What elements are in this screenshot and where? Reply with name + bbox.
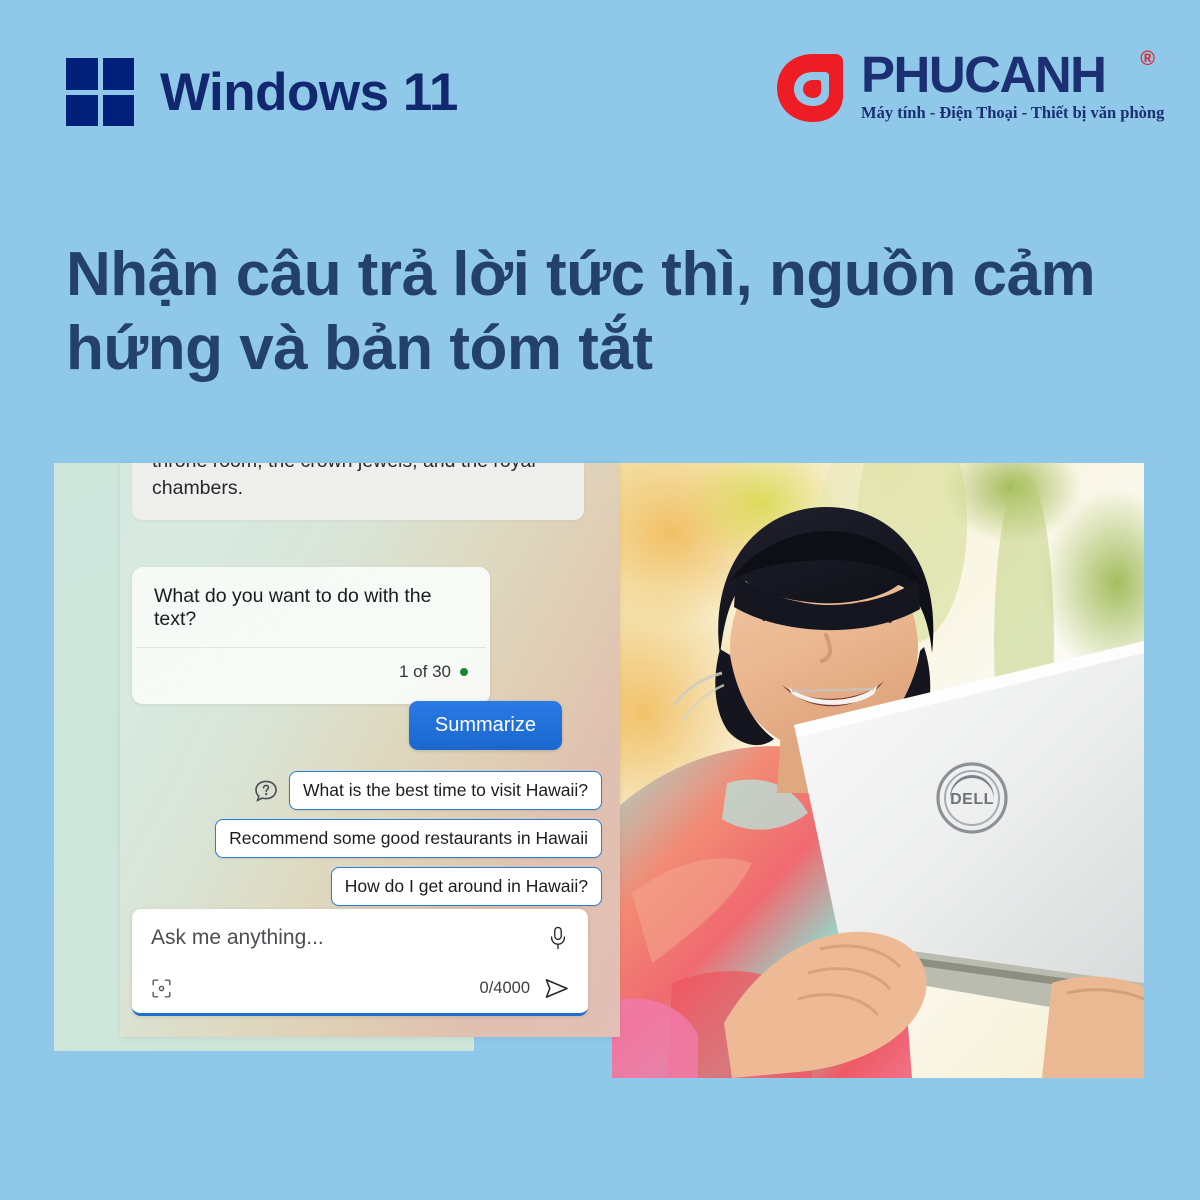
suggestion-row: How do I get around in Hawaii? xyxy=(132,867,602,906)
windows-branding: Windows 11 xyxy=(66,58,458,126)
assistant-message-bubble: palace in the U.S., where you can see th… xyxy=(132,463,584,520)
hero-photo: DELL xyxy=(612,463,1144,1078)
windows-wordmark: Windows 11 xyxy=(160,62,458,122)
message-input[interactable]: Ask me anything... xyxy=(151,926,324,950)
prompt-card-footer: 1 of 30 xyxy=(132,648,490,704)
scan-capture-icon[interactable] xyxy=(151,978,172,999)
phucanh-swirl-icon xyxy=(773,52,855,124)
composer-top-row: Ask me anything... xyxy=(132,909,588,950)
phucanh-tagline: Máy tính - Điện Thoại - Thiết bị văn phò… xyxy=(861,102,1165,122)
phucanh-text-block: PHUCANH ® Máy tính - Điện Thoại - Thiết … xyxy=(861,46,1165,123)
svg-text:DELL: DELL xyxy=(950,791,994,808)
suggestion-row: Recommend some good restaurants in Hawai… xyxy=(132,819,602,858)
content-stage: DELL palace in the U.S., where you can s… xyxy=(54,463,1144,1078)
summarize-button[interactable]: Summarize xyxy=(408,701,562,750)
composer-send-group: 0/4000 xyxy=(480,977,569,1000)
prompt-card-question: What do you want to do with the text? xyxy=(154,585,432,630)
prompt-card-counter: 1 of 30 xyxy=(399,662,451,681)
suggestion-chip[interactable]: How do I get around in Hawaii? xyxy=(330,867,602,906)
page-headline: Nhận câu trả lời tức thì, nguồn cảm hứng… xyxy=(66,240,1096,384)
character-counter: 0/4000 xyxy=(479,979,530,997)
question-bubble-icon xyxy=(253,778,279,804)
phucanh-wordmark: PHUCANH xyxy=(861,46,1107,103)
suggestion-chip-list: What is the best time to visit Hawaii? R… xyxy=(132,771,602,915)
copilot-chat-panel: palace in the U.S., where you can see th… xyxy=(120,463,620,1037)
windows-logo-icon xyxy=(66,58,134,126)
status-dot-icon xyxy=(460,668,468,676)
phucanh-branding: PHUCANH ® Máy tính - Điện Thoại - Thiết … xyxy=(773,46,1165,148)
suggestion-chip[interactable]: Recommend some good restaurants in Hawai… xyxy=(215,819,602,858)
prompt-card: What do you want to do with the text? 1 … xyxy=(132,567,490,704)
registered-mark: ® xyxy=(1140,48,1155,70)
suggestion-row: What is the best time to visit Hawaii? xyxy=(132,771,602,810)
suggestion-chip[interactable]: What is the best time to visit Hawaii? xyxy=(289,771,602,810)
send-icon[interactable] xyxy=(544,977,569,1000)
page-header: Windows 11 PHUCANH ® Máy tính - Điện Tho… xyxy=(0,0,1200,170)
message-composer[interactable]: Ask me anything... 0/4000 xyxy=(132,909,588,1016)
microphone-icon[interactable] xyxy=(547,926,569,950)
composer-bottom-row: 0/4000 xyxy=(132,977,588,1013)
